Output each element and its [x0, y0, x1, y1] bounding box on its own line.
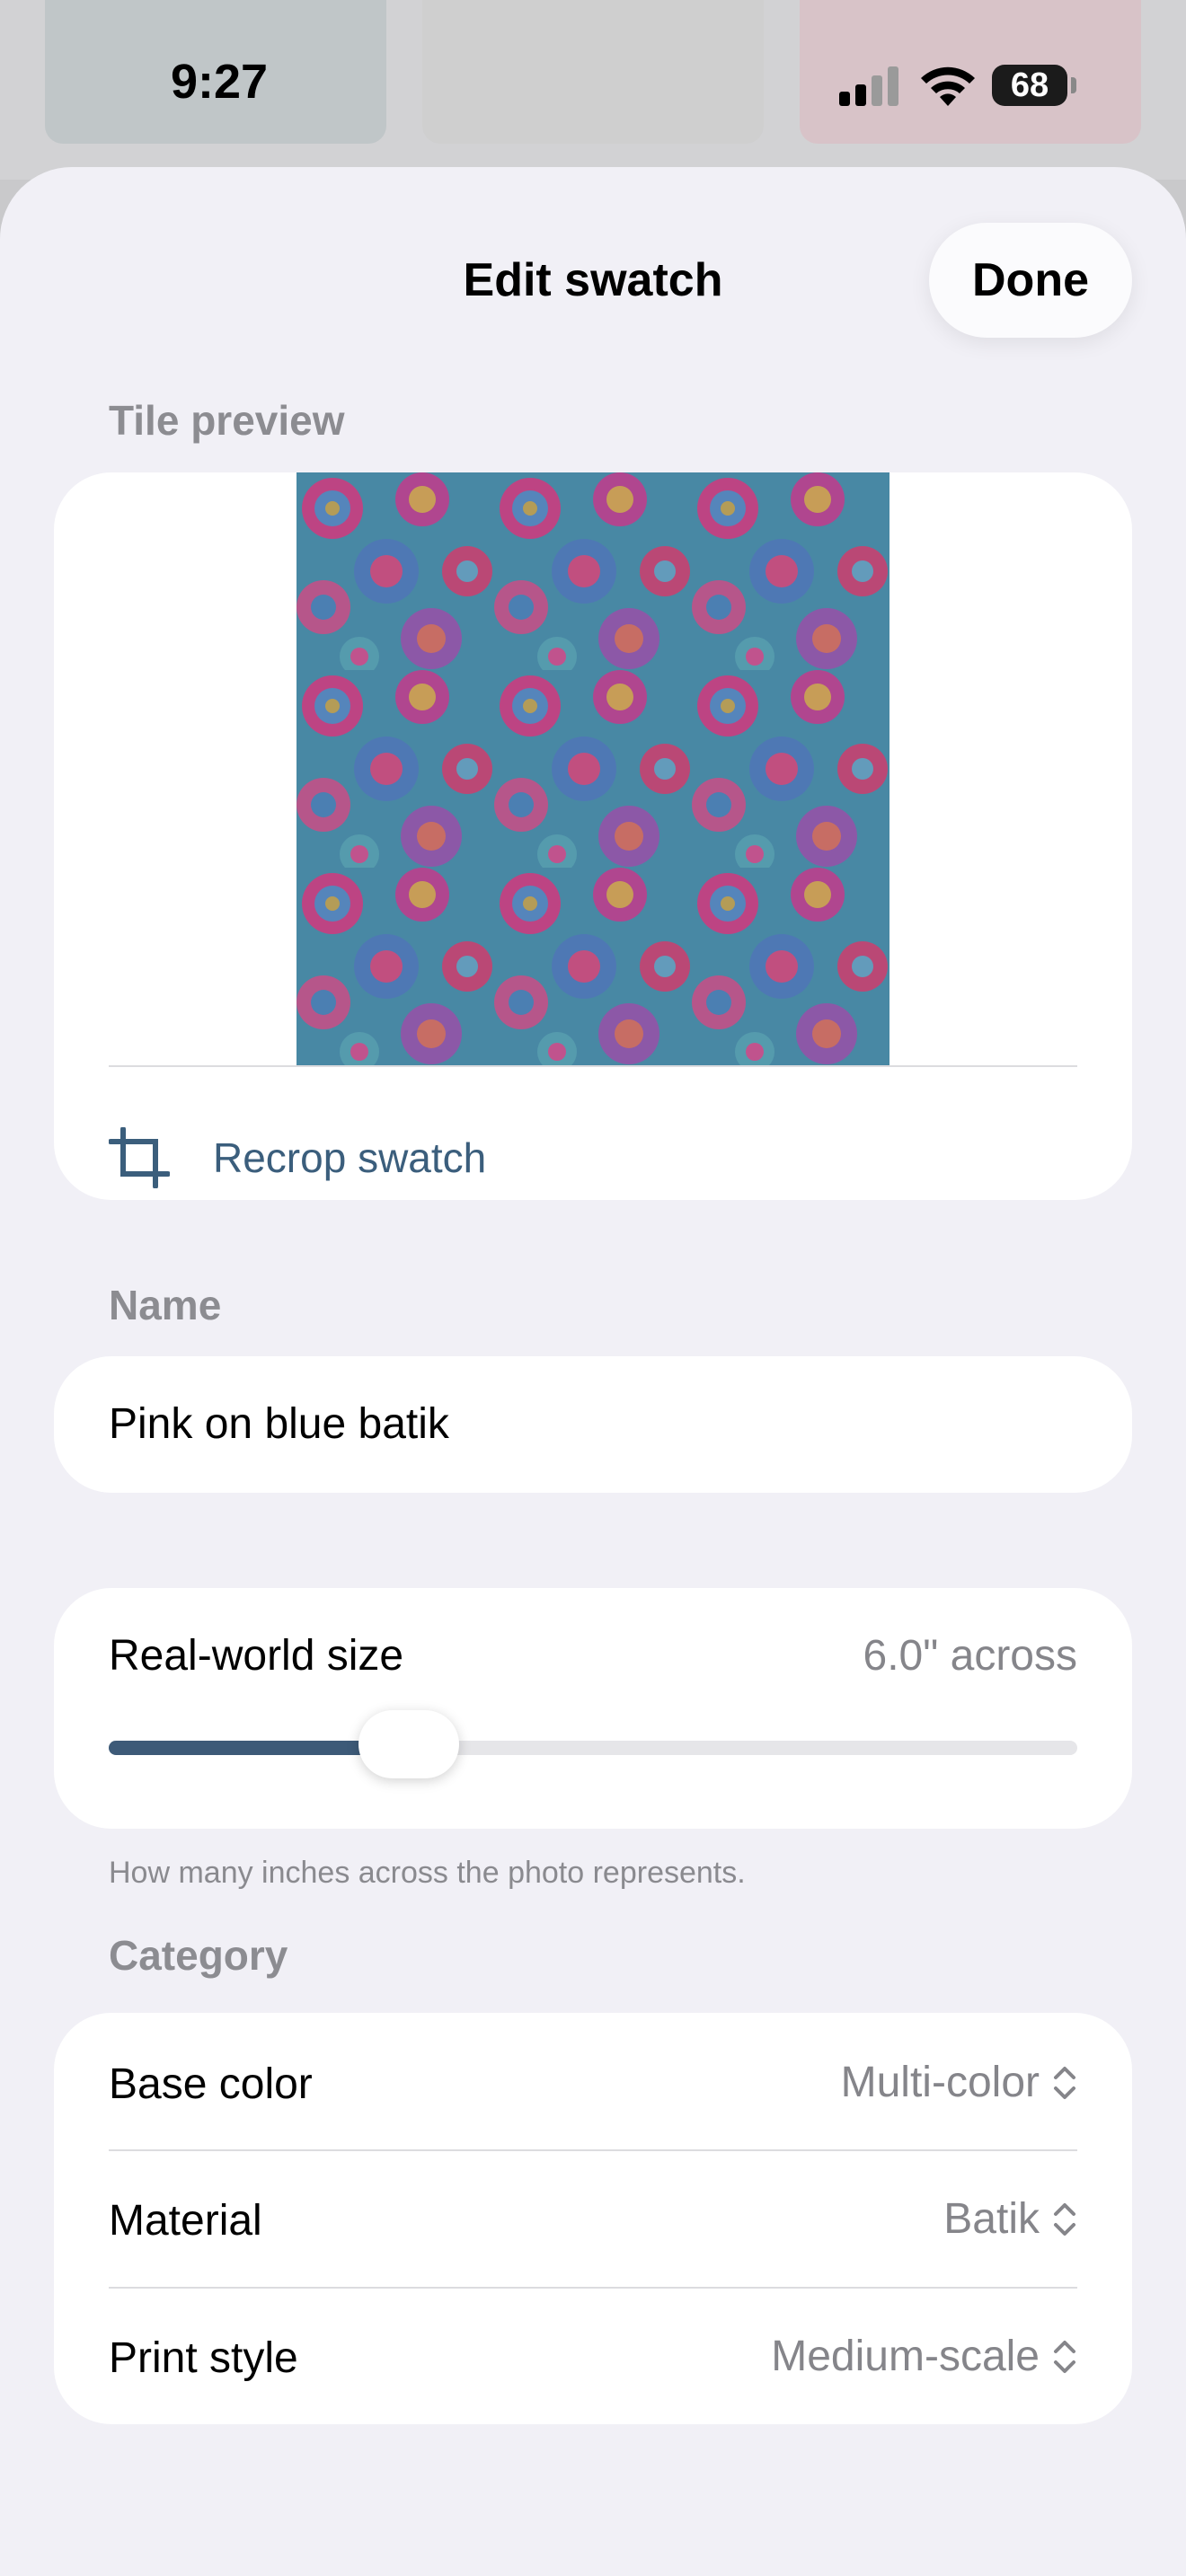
- category-card: Base color Multi-color Material Batik Pr…: [54, 2013, 1132, 2424]
- tile-preview-card: Recrop swatch: [54, 472, 1132, 1200]
- real-world-size-label: Real-world size: [109, 1632, 404, 1680]
- battery-icon: 68: [992, 65, 1067, 106]
- base-color-picker[interactable]: Multi-color: [841, 2058, 1077, 2107]
- print-style-value: Medium-scale: [771, 2333, 1040, 2380]
- print-style-label: Print style: [109, 2334, 298, 2382]
- chevron-up-down-icon: [1054, 2066, 1075, 2099]
- size-slider[interactable]: [109, 1710, 1077, 1778]
- name-field[interactable]: Pink on blue batik: [54, 1356, 1132, 1493]
- base-color-label: Base color: [109, 2060, 313, 2108]
- done-button[interactable]: Done: [929, 223, 1132, 338]
- row-divider: [109, 2149, 1077, 2151]
- battery-cap: [1071, 77, 1076, 93]
- size-slider-thumb[interactable]: [358, 1710, 460, 1778]
- material-label: Material: [109, 2197, 262, 2245]
- row-divider: [109, 2287, 1077, 2289]
- status-bar: 9:27 68: [0, 0, 1186, 171]
- material-picker[interactable]: Batik: [943, 2194, 1077, 2244]
- edit-swatch-sheet: Edit swatch Done Tile preview Recrop swa…: [0, 167, 1186, 2576]
- crop-icon: [109, 1127, 170, 1188]
- base-color-value: Multi-color: [840, 2059, 1040, 2106]
- recrop-swatch-button[interactable]: Recrop swatch: [109, 1117, 486, 1198]
- cellular-signal-icon: [839, 66, 902, 106]
- print-style-picker[interactable]: Medium-scale: [771, 2332, 1077, 2381]
- recrop-swatch-label: Recrop swatch: [213, 1134, 487, 1181]
- name-input-value: Pink on blue batik: [109, 1400, 449, 1448]
- chevron-up-down-icon: [1054, 2340, 1075, 2373]
- status-time: 9:27: [171, 55, 269, 109]
- chevron-up-down-icon: [1054, 2202, 1075, 2236]
- real-world-size-value: 6.0" across: [863, 1632, 1077, 1680]
- material-value: Batik: [943, 2195, 1040, 2243]
- name-label: Name: [109, 1282, 222, 1328]
- wifi-icon: [921, 66, 975, 106]
- real-world-size-card: Real-world size 6.0" across: [54, 1588, 1132, 1829]
- card-divider: [109, 1065, 1077, 1067]
- size-helper-text: How many inches across the photo represe…: [109, 1856, 746, 1890]
- tile-preview-label: Tile preview: [109, 397, 345, 444]
- swatch-preview-image: [296, 472, 890, 1065]
- category-label: Category: [109, 1932, 288, 1979]
